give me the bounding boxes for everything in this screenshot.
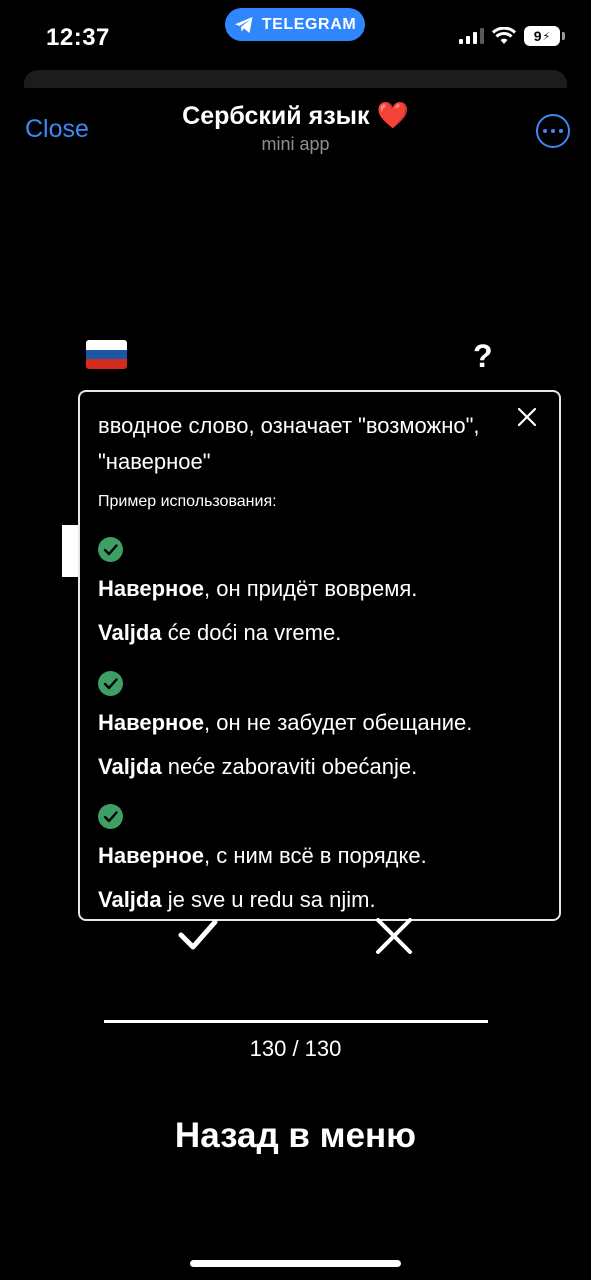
close-icon[interactable] <box>516 406 538 428</box>
home-indicator <box>190 1260 401 1267</box>
word-definition: вводное слово, означает "возможно", "нав… <box>98 413 480 474</box>
progress-bar <box>104 1020 488 1023</box>
example-item: Наверное, с ним всё в порядке. Valjda je… <box>98 804 558 913</box>
example-item: Наверное, он не забудет обещание. Valjda… <box>98 671 558 780</box>
serbian-sentence: Valjda će doći na vreme. <box>98 620 342 645</box>
page-subtitle: mini app <box>261 134 330 154</box>
card-counter: 130 / 130 <box>249 1036 342 1061</box>
dont-know-cross-button[interactable] <box>374 916 414 956</box>
serbian-sentence: Valjda je sve u redu sa njim. <box>98 887 376 912</box>
russian-sentence: Наверное, с ним всё в порядке. <box>98 843 427 868</box>
russian-sentence: Наверное, он не забудет обещание. <box>98 710 473 735</box>
battery-level: 9 <box>533 28 542 44</box>
check-circle-icon <box>98 537 123 562</box>
example-item: Наверное, он придёт вовремя. Valjda će d… <box>98 537 558 646</box>
cellular-signal-icon <box>459 28 484 44</box>
telegram-icon <box>234 16 253 33</box>
check-circle-icon <box>98 671 123 696</box>
russian-sentence: Наверное, он придёт вовремя. <box>98 576 418 601</box>
check-circle-icon <box>98 804 123 829</box>
battery-icon: 9 ⚡ <box>524 26 560 46</box>
title-text: Сербский язык <box>182 102 370 130</box>
flashcard-edge <box>62 525 78 577</box>
russia-flag-icon <box>86 340 127 369</box>
know-checkmark-button[interactable] <box>178 918 218 952</box>
more-options-button[interactable] <box>536 114 570 148</box>
status-time: 12:37 <box>46 24 110 51</box>
example-popup: вводное слово, означает "возможно", "нав… <box>78 390 561 921</box>
telegram-return-pill[interactable]: TELEGRAM <box>225 8 365 41</box>
page-title: Сербский язык ❤️ <box>0 100 591 131</box>
usage-heading: Пример использования: <box>98 493 277 510</box>
telegram-pill-label: TELEGRAM <box>261 15 357 33</box>
wifi-icon <box>492 27 516 44</box>
help-button[interactable]: ? <box>473 338 493 375</box>
serbian-sentence: Valjda neće zaboraviti obećanje. <box>98 754 418 779</box>
mini-app-header: Close Сербский язык ❤️ mini app <box>0 88 591 166</box>
heart-emoji: ❤️ <box>376 100 409 130</box>
back-to-menu-button[interactable]: Назад в меню <box>0 1116 591 1156</box>
